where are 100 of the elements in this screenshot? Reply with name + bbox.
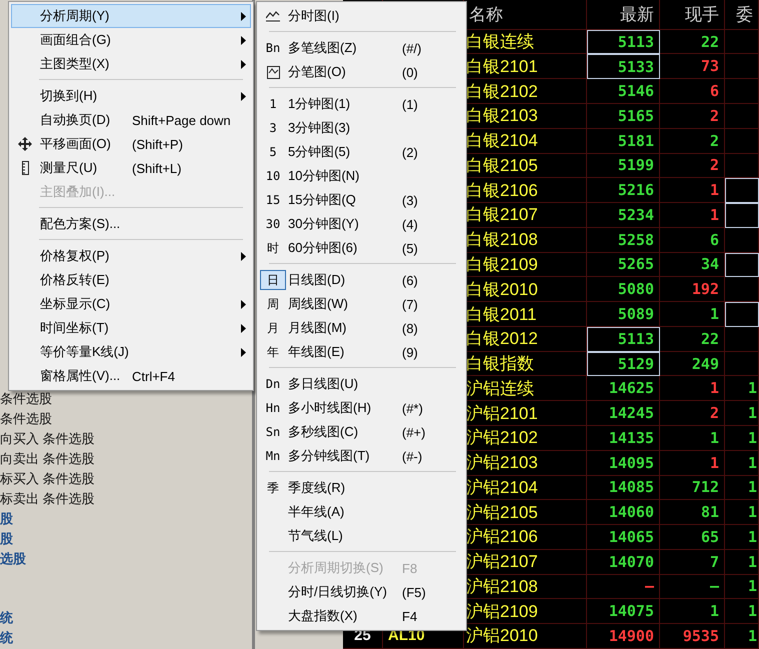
menu-item[interactable]: 画面组合(G) [11, 28, 251, 52]
menu-item[interactable]: 时间坐标(T) [11, 316, 251, 340]
shortcut-label: (0) [402, 64, 418, 80]
panel-entry[interactable]: 统 [0, 608, 13, 628]
menu-item[interactable]: Hn 多小时线图(H) (#*) [259, 396, 464, 420]
menu-item[interactable]: 坐标显示(C) [11, 292, 251, 316]
menu-item[interactable]: 1 1分钟图(1) (1) [259, 92, 464, 116]
menu-item[interactable]: 15 15分钟图(Q (3) [259, 188, 464, 212]
column-header: 现手 [660, 0, 725, 30]
panel-entry[interactable]: 股 [0, 529, 13, 549]
menu-item[interactable]: 等价等量K线(J) [11, 340, 251, 364]
move-arrows-icon [18, 137, 32, 151]
period-glyph-icon: 5 [266, 143, 280, 161]
menu-item[interactable]: 价格复权(P) [11, 244, 251, 268]
menu-item[interactable]: 分笔图(O) (0) [259, 60, 464, 84]
period-glyph-icon: 月 [264, 319, 282, 337]
panel-entry[interactable]: 选股 [0, 549, 26, 569]
table-cell: 5199 [587, 154, 660, 178]
period-glyph-icon: 30 [262, 215, 284, 233]
table-cell: 1 [725, 450, 759, 476]
menu-item[interactable]: 平移画面(O) (Shift+P) [11, 132, 251, 156]
menu-item[interactable]: 自动换页(D) Shift+Page down [11, 108, 251, 132]
menu-item[interactable]: 价格反转(E) [11, 268, 251, 292]
menu-item[interactable]: 时 60分钟图(6) (5) [259, 236, 464, 260]
table-cell: 22 [660, 30, 725, 54]
table-cell: 65 [660, 525, 725, 550]
menu-item[interactable]: 窗格属性(V)... Ctrl+F4 [11, 364, 251, 388]
shortcut-label: (5) [402, 240, 418, 256]
menu-item[interactable]: 半年线(A) [259, 500, 464, 524]
table-cell: 1 [660, 376, 725, 402]
table-cell: 2 [660, 401, 725, 426]
table-cell: 2 [660, 104, 725, 129]
menu-item[interactable]: 10 10分钟图(N) [259, 164, 464, 188]
panel-entry[interactable]: 股 [0, 509, 13, 529]
table-cell: 1 [660, 302, 725, 327]
table-cell: 249 [660, 352, 725, 376]
table-cell: 34 [660, 252, 725, 278]
menu-item[interactable]: 切换到(H) [11, 84, 251, 108]
menu-item[interactable]: 30 30分钟图(Y) (4) [259, 212, 464, 236]
table-cell: 1 [725, 376, 759, 402]
period-glyph-icon: Dn [262, 375, 284, 393]
table-cell: 5258 [587, 228, 660, 253]
table-cell: 1 [660, 450, 725, 476]
panel-entry[interactable]: 条件选股 [0, 409, 52, 429]
menu-item[interactable]: 分时图(I) [259, 4, 464, 28]
menu-item[interactable]: Bn 多笔线图(Z) (#/) [259, 36, 464, 60]
table-cell: 14065 [587, 525, 660, 550]
table-cell: 2 [660, 128, 725, 154]
table-cell: 14070 [587, 550, 660, 575]
menu-item[interactable]: 分时/日线切换(Y) (F5) [259, 580, 464, 604]
period-glyph-icon: Hn [262, 399, 284, 417]
table-cell: 5265 [587, 252, 660, 278]
menu-item[interactable]: 主图类型(X) [11, 52, 251, 76]
menu-item[interactable]: 日 日线图(D) (6) [259, 268, 464, 292]
menu-item[interactable]: 配色方案(S)... [11, 212, 251, 236]
period-glyph-icon: 15 [262, 191, 284, 209]
menu-item[interactable]: 测量尺(U) (Shift+L) [11, 156, 251, 180]
table-cell: 14625 [587, 376, 660, 402]
menu-item[interactable]: 3 3分钟图(3) [259, 116, 464, 140]
table-cell: 712 [660, 476, 725, 500]
table-cell: 1 [660, 203, 725, 228]
menu-item[interactable]: 周 周线图(W) (7) [259, 292, 464, 316]
menu-item[interactable]: 季 季度线(R) [259, 476, 464, 500]
menu-item[interactable]: 分析周期(Y) [11, 4, 251, 28]
table-cell: 5234 [587, 203, 660, 228]
table-cell: 5113 [587, 326, 660, 352]
table-cell: 5216 [587, 178, 660, 204]
shortcut-label: (Shift+P) [132, 136, 183, 152]
panel-entry[interactable]: 条件选股 [0, 389, 52, 409]
panel-entry[interactable]: 标卖出 条件选股 [0, 489, 95, 509]
table-cell: 1 [725, 550, 759, 575]
menu-item[interactable]: Dn 多日线图(U) [259, 372, 464, 396]
table-cell: 1 [660, 178, 725, 204]
shortcut-label: (2) [402, 144, 418, 160]
panel-entry[interactable]: 标买入 条件选股 [0, 469, 95, 489]
menu-item[interactable]: 节气线(L) [259, 524, 464, 548]
shortcut-label: Shift+Page down [132, 112, 231, 128]
panel-entry[interactable]: 向买入 条件选股 [0, 429, 95, 449]
table-cell: 14135 [587, 426, 660, 451]
menu-item[interactable]: Sn 多秒线图(C) (#+) [259, 420, 464, 444]
table-cell: 1 [725, 500, 759, 526]
period-glyph-icon: 时 [264, 239, 282, 257]
table-cell: 5113 [587, 30, 660, 54]
shortcut-label: (#/) [402, 40, 422, 56]
table-cell: 5089 [587, 302, 660, 327]
table-cell: 14075 [587, 599, 660, 624]
shortcut-label: (#*) [402, 400, 423, 416]
table-cell: 14095 [587, 450, 660, 476]
period-glyph-icon: 1 [266, 95, 280, 113]
menu-item[interactable]: 5 5分钟图(5) (2) [259, 140, 464, 164]
panel-entry[interactable]: 统 [0, 628, 13, 648]
menu-item[interactable]: Mn 多分钟线图(T) (#-) [259, 444, 464, 468]
shortcut-label: (9) [402, 344, 418, 360]
shortcut-label: (#+) [402, 424, 426, 440]
menu-item[interactable]: 月 月线图(M) (8) [259, 316, 464, 340]
menu-item[interactable]: 年 年线图(E) (9) [259, 340, 464, 364]
table-cell: 1 [725, 599, 759, 624]
panel-entry[interactable]: 向卖出 条件选股 [0, 449, 95, 469]
shortcut-label: F8 [402, 560, 418, 576]
table-cell: 14060 [587, 500, 660, 526]
